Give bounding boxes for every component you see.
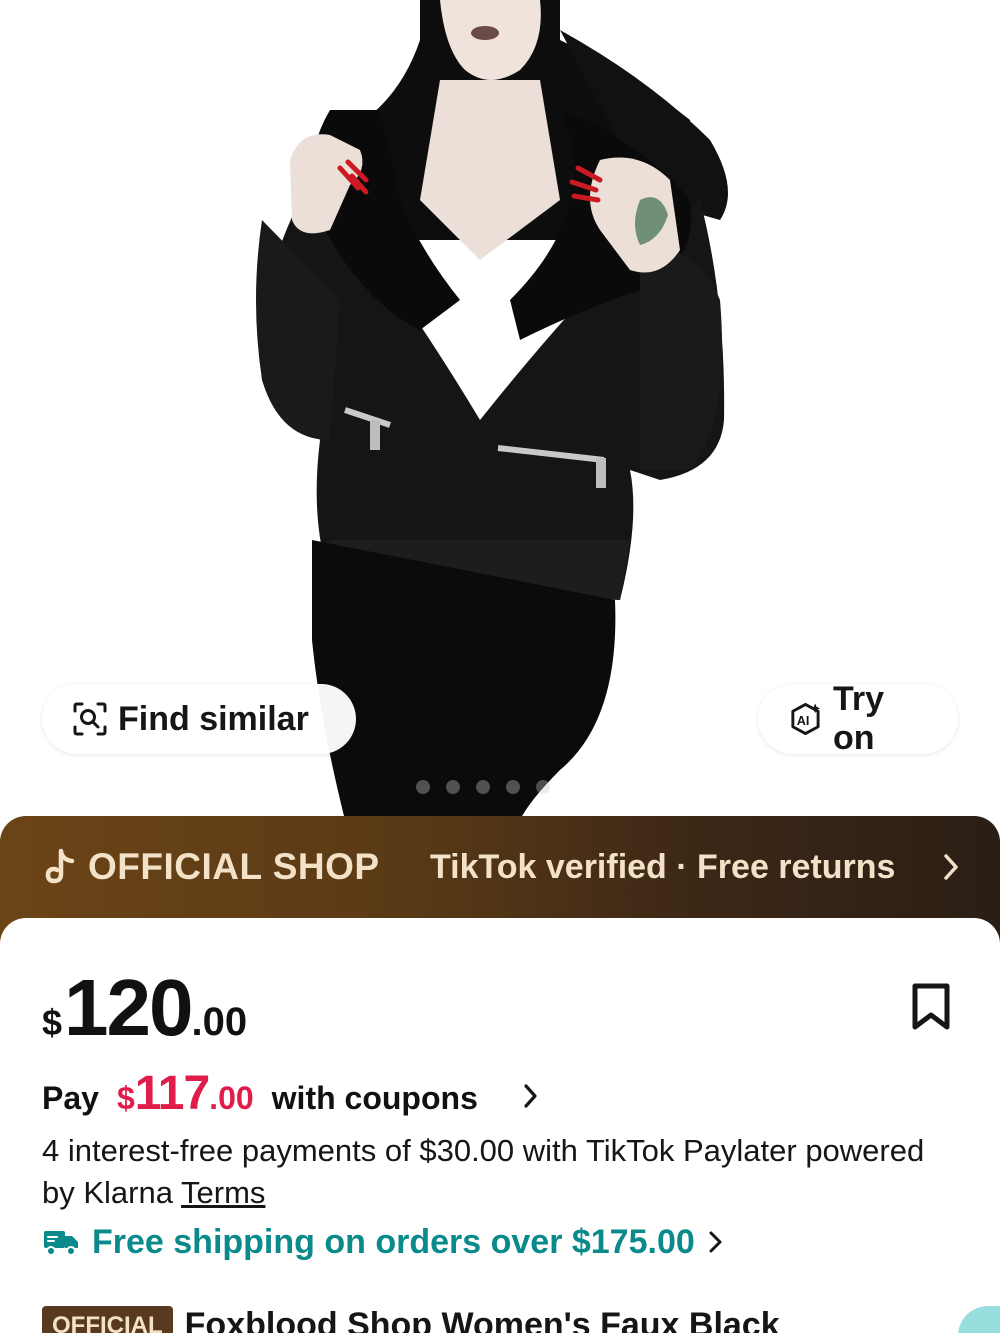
image-search-icon (73, 702, 107, 736)
coupon-decimal: .00 (209, 1080, 254, 1116)
free-shipping-row[interactable]: Free shipping on orders over $175.00 (42, 1220, 725, 1264)
product-title-row: OFFICIAL Foxblood Shop Women's Faux Blac… (42, 1306, 780, 1333)
product-image-carousel[interactable]: Find similar AI Try on (0, 0, 1000, 830)
free-shipping-text: Free shipping on orders over $175.00 (92, 1222, 695, 1261)
product-title: Foxblood Shop Women's Faux Black (184, 1306, 780, 1333)
carousel-dot[interactable] (506, 780, 520, 794)
installment-text: 4 interest-free payments of $30.00 with … (42, 1133, 925, 1210)
coupon-prefix: Pay (42, 1080, 99, 1116)
coupon-suffix: with coupons (271, 1080, 478, 1116)
coupon-price: $ 117 .00 (117, 1066, 254, 1121)
coupon-currency: $ (116, 1080, 135, 1116)
price-integer: 120 (64, 963, 193, 1052)
shop-verified-text[interactable]: TikTok verified · Free returns (430, 846, 895, 888)
terms-link[interactable]: Terms (181, 1175, 265, 1210)
tiktok-note-icon (45, 848, 75, 884)
chevron-right-icon (944, 854, 958, 880)
try-on-button[interactable]: AI Try on (758, 680, 958, 757)
find-similar-label: Find similar (118, 699, 309, 738)
ai-try-on-icon: AI (791, 702, 821, 736)
find-similar-button[interactable]: Find similar (42, 684, 356, 754)
bookmark-icon[interactable] (910, 982, 952, 1032)
product-price: $ 120 .00 (42, 962, 247, 1054)
carousel-dot[interactable] (476, 780, 490, 794)
official-shop-label: OFFICIAL SHOP (88, 846, 380, 887)
coupon-price-row[interactable]: Pay $ 117 .00 with coupons (42, 1066, 478, 1121)
carousel-dot-active[interactable] (536, 780, 550, 794)
coupon-integer: 117 (134, 1067, 210, 1120)
carousel-indicator (416, 780, 550, 794)
chevron-right-icon (709, 1231, 722, 1253)
carousel-dot[interactable] (446, 780, 460, 794)
official-shop-label-group: OFFICIAL SHOP (44, 846, 380, 888)
carousel-dot[interactable] (416, 780, 430, 794)
svg-text:AI: AI (797, 714, 810, 728)
try-on-label: Try on (832, 680, 884, 757)
chevron-right-icon[interactable] (522, 1082, 540, 1110)
installment-info: 4 interest-free payments of $30.00 with … (42, 1130, 942, 1214)
truck-icon (44, 1231, 78, 1256)
price-currency: $ (42, 1002, 63, 1043)
price-decimal: .00 (191, 1000, 248, 1044)
official-badge: OFFICIAL (42, 1306, 173, 1333)
